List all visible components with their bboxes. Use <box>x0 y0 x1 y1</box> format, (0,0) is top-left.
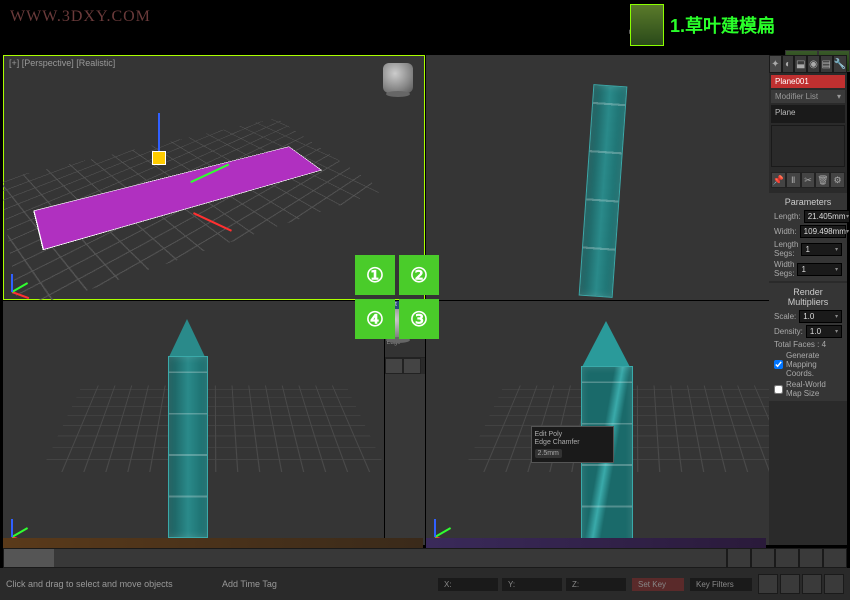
configure-icon[interactable]: ⚙ <box>830 172 845 188</box>
stack-tools[interactable]: 📌 Ⅱ ✂ 🗑 ⚙ <box>769 169 847 191</box>
add-time-tag[interactable]: Add Time Tag <box>222 579 432 589</box>
marker-2: ② <box>399 255 439 295</box>
stack-display[interactable] <box>771 125 845 167</box>
length-label: Length: <box>774 212 801 221</box>
set-key-button[interactable]: Set Key <box>632 578 684 591</box>
zoom-icon[interactable] <box>780 574 800 594</box>
home-grid <box>463 385 810 471</box>
create-tab-icon[interactable]: ✦ <box>769 55 782 73</box>
object-name-field[interactable]: Plane001 <box>771 75 845 88</box>
length-segs-spinner[interactable]: 1 <box>801 243 842 256</box>
parameters-rollout: Parameters Length: 21.405mm Width: 109.4… <box>769 193 847 281</box>
world-axes-icon <box>11 262 41 292</box>
step-markers: ① ② ④ ③ <box>355 255 439 339</box>
density-spinner[interactable]: 1.0 <box>806 325 842 338</box>
rollout-header[interactable]: Render Multipliers <box>771 285 845 309</box>
command-tabs[interactable]: ✦ ◐ ⬓ ◉ ▤ 🔧 <box>769 55 847 73</box>
time-slider[interactable] <box>3 548 847 568</box>
gizmo-z-axis[interactable] <box>158 113 160 155</box>
marker-4: ④ <box>355 299 395 339</box>
width-spinner[interactable]: 109.498mm <box>800 225 846 238</box>
chevron-down-icon: ▾ <box>837 92 841 101</box>
playback-buttons[interactable] <box>727 548 847 568</box>
tooltip-value[interactable]: 2.5mm <box>535 449 562 458</box>
real-world-checkbox[interactable] <box>774 385 783 394</box>
viewcube[interactable] <box>383 63 413 93</box>
step-title: 1.草叶建模扁 <box>670 12 775 38</box>
y-coord-field[interactable]: Y: <box>502 578 562 591</box>
modifier-list-dropdown[interactable]: Modifier List▾ <box>771 90 845 103</box>
prev-frame-icon[interactable] <box>751 548 775 568</box>
command-panel: ✦ ◐ ⬓ ◉ ▤ 🔧 Plane001 Modifier List▾ Plan… <box>769 55 847 545</box>
tutorial-header: 1.草叶建模扁 <box>630 0 850 50</box>
show-end-result-icon[interactable]: Ⅱ <box>786 172 801 188</box>
marker-3: ③ <box>399 299 439 339</box>
caddies-tooltip[interactable]: Edit Poly Edge Chamfer 2.5mm <box>531 426 614 463</box>
step-thumbnail <box>630 4 664 46</box>
render-mult-rollout: Render Multipliers Scale: 1.0 Density: 1… <box>769 283 847 401</box>
leaf-tip <box>168 319 206 359</box>
track-bar[interactable] <box>426 538 766 548</box>
status-prompt: Click and drag to select and move object… <box>6 579 216 589</box>
hierarchy-tab-icon[interactable]: ⬓ <box>794 55 807 73</box>
watermark-text: WWW.3DXY.COM <box>10 8 151 26</box>
remove-modifier-icon[interactable]: 🗑 <box>815 172 830 188</box>
modify-tab-icon[interactable]: ◐ <box>782 55 795 73</box>
x-coord-field[interactable]: X: <box>438 578 498 591</box>
gen-mapping-label: Generate Mapping Coords. <box>786 351 842 378</box>
time-slider-track[interactable] <box>3 548 727 568</box>
display-tab-icon[interactable]: ▤ <box>820 55 833 73</box>
length-segs-label: Length Segs: <box>774 240 798 258</box>
width-segs-spinner[interactable]: 1 <box>797 263 842 276</box>
track-bar[interactable] <box>3 538 423 548</box>
viewport-nav-controls[interactable] <box>758 574 844 594</box>
maximize-icon[interactable] <box>824 574 844 594</box>
total-faces-label: Total Faces : 4 <box>774 340 842 349</box>
leaf-tip <box>581 321 631 369</box>
leaf-geometry[interactable] <box>578 84 627 298</box>
gizmo-center[interactable] <box>152 151 166 165</box>
z-coord-field[interactable]: Z: <box>566 578 626 591</box>
play-icon[interactable] <box>775 548 799 568</box>
tooltip-line: Edit Poly <box>535 431 610 438</box>
goto-end-icon[interactable] <box>823 548 847 568</box>
width-label: Width: <box>774 227 797 236</box>
orbit-icon[interactable] <box>802 574 822 594</box>
modifier-stack[interactable]: Plane <box>771 105 845 123</box>
motion-tab-icon[interactable]: ◉ <box>807 55 820 73</box>
status-bar: Click and drag to select and move object… <box>0 568 850 600</box>
next-frame-icon[interactable] <box>799 548 823 568</box>
scale-spinner[interactable]: 1.0 <box>799 310 842 323</box>
scale-label: Scale: <box>774 312 796 321</box>
utilities-tab-icon[interactable]: 🔧 <box>833 55 847 73</box>
pan-icon[interactable] <box>758 574 778 594</box>
tooltip-line: Edge Chamfer <box>535 439 610 446</box>
transform-type-in: X: Y: Z: <box>438 578 626 591</box>
world-axes-icon <box>434 507 464 537</box>
marker-1: ① <box>355 255 395 295</box>
make-unique-icon[interactable]: ✂ <box>801 172 816 188</box>
rollout-header[interactable]: Parameters <box>771 195 845 209</box>
density-label: Density: <box>774 327 803 336</box>
real-world-label: Real-World Map Size <box>786 380 842 398</box>
gen-mapping-checkbox[interactable] <box>774 360 783 369</box>
key-filters-button[interactable]: Key Filters <box>690 578 752 591</box>
leaf-geometry[interactable] <box>168 356 208 538</box>
world-axes-icon <box>11 507 41 537</box>
home-grid <box>40 385 387 471</box>
goto-start-icon[interactable] <box>727 548 751 568</box>
width-segs-label: Width Segs: <box>774 260 794 278</box>
length-spinner[interactable]: 21.405mm <box>804 210 850 223</box>
pin-stack-icon[interactable]: 📌 <box>771 172 786 188</box>
viewport-label[interactable]: [+] [Perspective] [Realistic] <box>9 58 115 68</box>
